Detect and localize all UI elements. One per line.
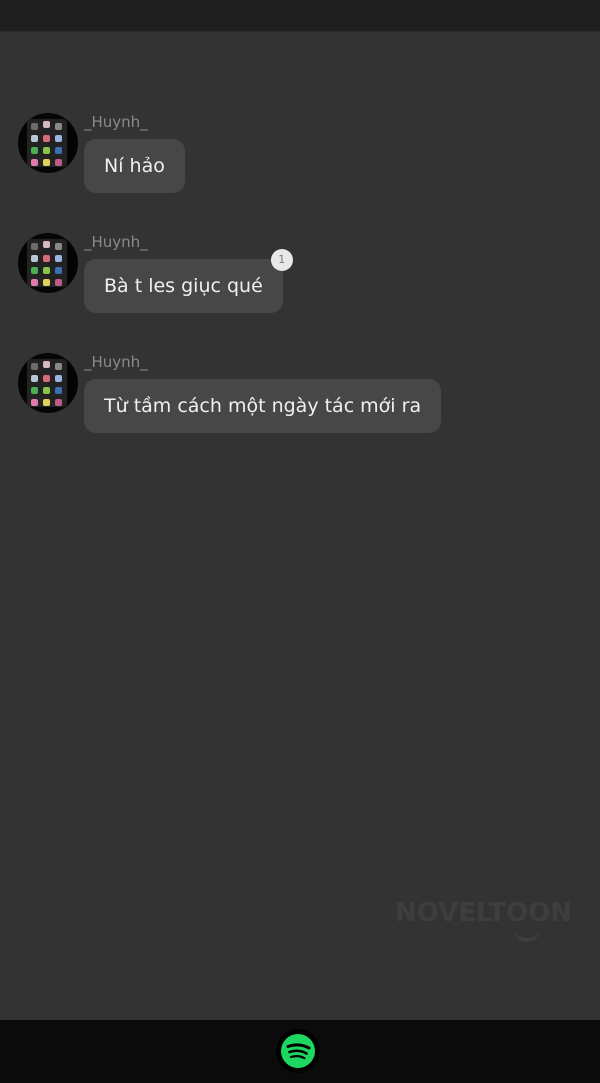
spotify-icon xyxy=(281,1034,315,1068)
avatar-image xyxy=(27,239,67,287)
message-bubble[interactable]: Từ tầm cách một ngày tác mới ra xyxy=(84,379,442,433)
top-bar xyxy=(0,0,600,32)
avatar[interactable] xyxy=(18,233,78,293)
avatar-image xyxy=(27,359,67,407)
message-text: Bà t les giục qué xyxy=(104,275,263,297)
spotify-button[interactable] xyxy=(276,1029,320,1073)
chat-screen: _Huynh_ Ní hảo _Huynh_ Bà t les giục qué… xyxy=(0,0,600,1083)
username: _Huynh_ xyxy=(84,113,148,131)
bottom-bar xyxy=(0,1020,600,1083)
noveltoon-watermark: NOVELTOON xyxy=(395,898,573,928)
message-bubble[interactable]: Bà t les giục qué 1 xyxy=(84,249,293,313)
username: _Huynh_ xyxy=(84,353,148,371)
message-bubble[interactable]: Ní hảo xyxy=(84,139,185,193)
watermark-smile-icon xyxy=(514,926,540,942)
avatar[interactable] xyxy=(18,113,78,173)
reaction-count-badge[interactable]: 1 xyxy=(270,249,293,271)
username: _Huynh_ xyxy=(84,233,148,251)
avatar-image xyxy=(27,119,67,167)
avatar[interactable] xyxy=(18,353,78,413)
